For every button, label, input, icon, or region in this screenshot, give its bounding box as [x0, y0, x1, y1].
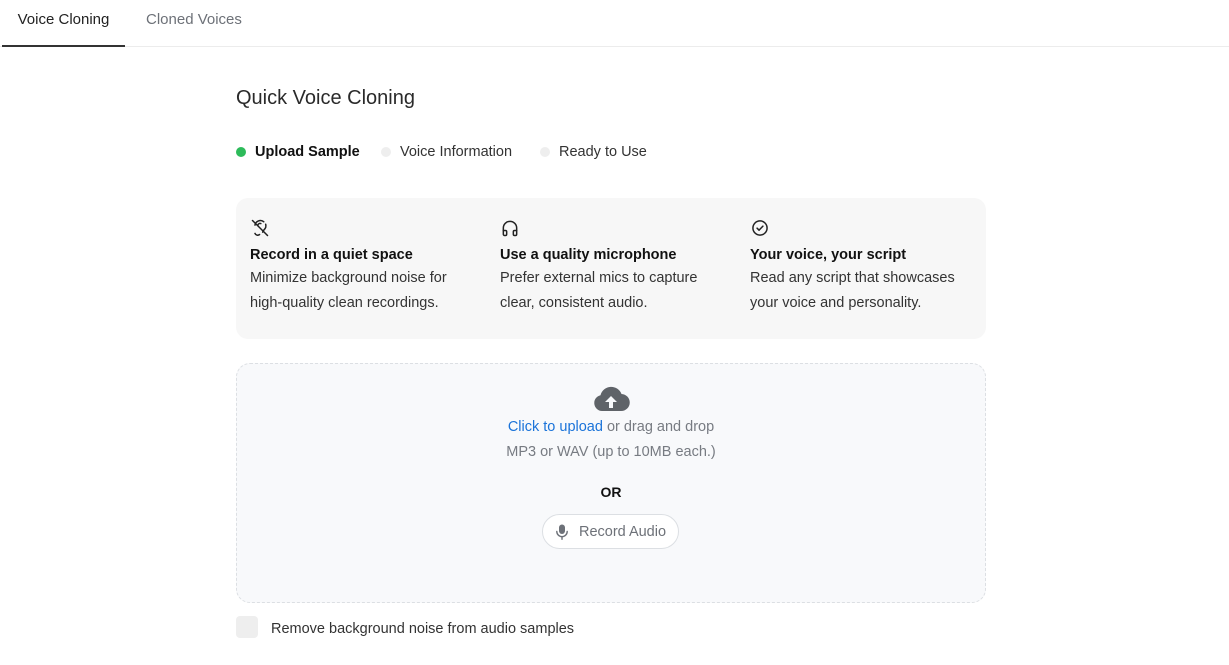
tip-description: Minimize background noise for high-quali…	[250, 270, 447, 311]
upload-formats-hint: MP3 or WAV (up to 10MB each.)	[506, 444, 716, 460]
tab-voice-cloning[interactable]: Voice Cloning	[2, 0, 125, 47]
noise-removal-checkbox[interactable]	[236, 616, 258, 638]
upload-instructions: Click to upload or drag and drop	[237, 419, 985, 435]
tip-description: Read any script that showcases your voic…	[750, 270, 955, 311]
or-divider-label: OR	[600, 484, 622, 500]
tip-quiet-space: Record in a quiet space Minimize backgro…	[250, 218, 480, 316]
microphone-icon	[556, 524, 568, 540]
step-label: Ready to Use	[559, 144, 647, 160]
step-voice-information: Voice Information	[381, 142, 512, 162]
headphones-icon	[502, 220, 518, 237]
recording-tips-panel: Record in a quiet space Minimize backgro…	[236, 198, 986, 339]
step-indicator-dot	[540, 147, 550, 157]
drag-drop-text: or drag and drop	[602, 419, 715, 435]
tip-description: Prefer external mics to capture clear, c…	[500, 270, 698, 311]
tip-quality-microphone: Use a quality microphone Prefer external…	[500, 218, 730, 316]
tip-your-script: Your voice, your script Read any script …	[750, 218, 980, 316]
ear-off-icon	[251, 219, 269, 237]
tip-title: Use a quality microphone	[500, 247, 677, 263]
tab-bar: Voice Cloning Cloned Voices	[0, 0, 1229, 47]
noise-removal-label[interactable]: Remove background noise from audio sampl…	[271, 616, 574, 642]
step-label: Voice Information	[400, 144, 513, 160]
step-indicator-dot	[381, 147, 391, 157]
step-ready-to-use: Ready to Use	[540, 142, 647, 162]
step-indicator-dot	[236, 147, 246, 157]
progress-steps: Upload Sample Voice Information Ready to…	[236, 142, 996, 162]
record-audio-label: Record Audio	[578, 523, 667, 540]
check-circle-icon	[752, 220, 768, 236]
tip-title: Your voice, your script	[750, 247, 907, 263]
click-to-upload-link[interactable]: Click to upload	[508, 419, 603, 435]
step-upload-sample: Upload Sample	[236, 142, 360, 162]
step-label: Upload Sample	[255, 144, 360, 160]
upload-dropzone[interactable]: Click to upload or drag and drop MP3 or …	[236, 363, 986, 603]
cloud-upload-icon	[594, 386, 630, 412]
page-title: Quick Voice Cloning	[236, 87, 415, 109]
record-audio-button[interactable]: Record Audio	[542, 514, 679, 549]
tip-title: Record in a quiet space	[250, 247, 413, 263]
tab-cloned-voices[interactable]: Cloned Voices	[146, 0, 242, 47]
noise-removal-option: Remove background noise from audio sampl…	[236, 616, 574, 638]
